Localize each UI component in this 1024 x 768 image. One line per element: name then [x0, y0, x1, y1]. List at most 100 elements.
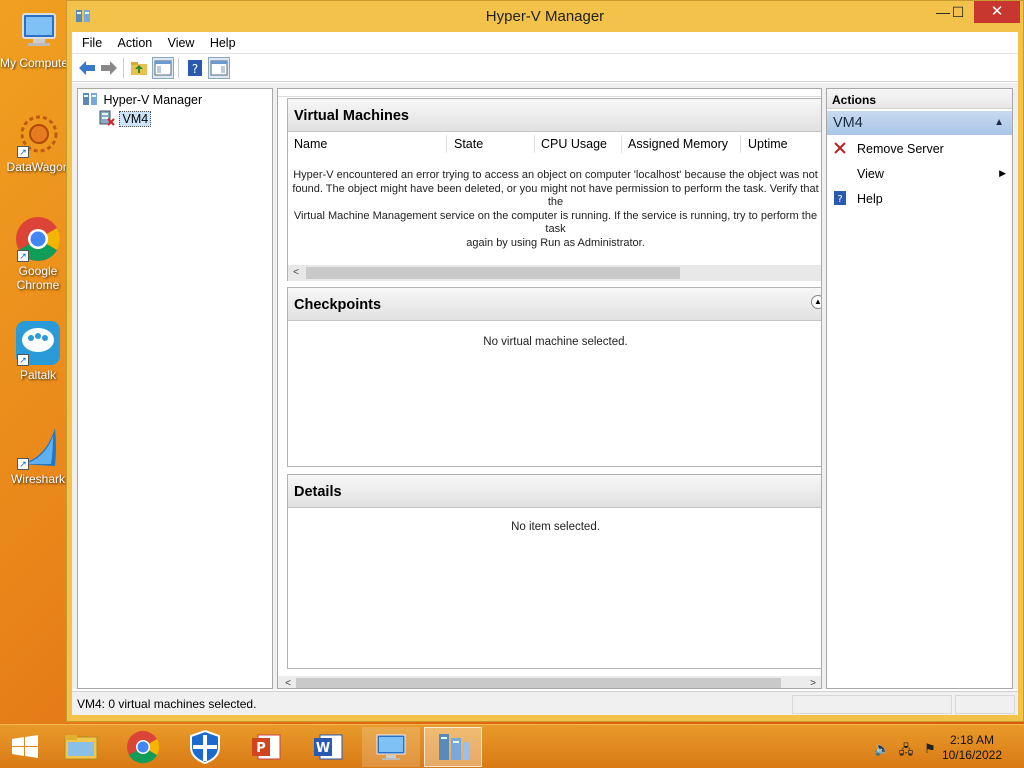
tree-item-vm4[interactable]: VM4: [98, 110, 152, 127]
title-bar[interactable]: Hyper-V Manager — ☐ ✕: [67, 1, 1023, 32]
clock-date: 10/16/2022: [941, 748, 1002, 762]
monitor-icon: [376, 734, 406, 760]
column-divider: [446, 135, 447, 153]
svg-text:?: ?: [192, 62, 198, 76]
desktop-icon-wireshark[interactable]: ↗ Wireshark: [0, 424, 76, 486]
show-hide-action-pane-button[interactable]: [208, 57, 230, 79]
hyper-v-manager-window: Hyper-V Manager — ☐ ✕ File Action View H…: [66, 0, 1024, 722]
toolbar: ?: [72, 54, 1018, 82]
desktop-icon-label: Paltalk: [19, 368, 57, 382]
remove-icon: [833, 141, 847, 155]
action-help[interactable]: ? Help: [827, 188, 1012, 210]
menu-action[interactable]: Action: [112, 32, 159, 50]
actions-section-vm4[interactable]: VM4 ▲: [827, 111, 1012, 135]
hyper-v-icon: [439, 734, 469, 760]
windows-logo-icon: [12, 735, 38, 758]
menu-help[interactable]: Help: [204, 32, 242, 50]
details-panel: Details No item selected.: [287, 474, 821, 669]
column-header-cpu-usage[interactable]: CPU Usage: [541, 137, 607, 151]
actions-pane: Actions VM4 ▲ Remove Server View ▶ ? Hel…: [826, 88, 1013, 689]
desktop-icon-google-chrome[interactable]: ↗ Google Chrome: [0, 216, 76, 292]
window-client: File Action View Help ? Hyper-V Manager …: [72, 32, 1018, 715]
action-center-flag-icon[interactable]: ⚑: [922, 741, 938, 757]
paltalk-icon: ↗: [15, 320, 61, 366]
help-button[interactable]: ?: [184, 57, 206, 79]
desktop-icon-my-computer[interactable]: My Computer: [0, 8, 76, 70]
status-cell-3: [955, 695, 1015, 714]
scroll-left-icon[interactable]: <: [288, 265, 304, 281]
up-one-level-button[interactable]: [128, 57, 150, 79]
taskbar-windows-defender[interactable]: [176, 727, 234, 767]
content-area: Hyper-V Manager VM4 Virtual Machines Nam…: [72, 83, 1018, 689]
powerpoint-icon: P: [252, 734, 281, 760]
desktop-icon-datawagon[interactable]: ↗ DataWagon: [0, 112, 76, 174]
menu-file[interactable]: File: [76, 32, 108, 50]
collapse-icon[interactable]: ▲: [811, 295, 821, 309]
folder-up-icon: [131, 62, 147, 75]
vm-horizontal-scrollbar[interactable]: <: [288, 265, 821, 281]
system-clock[interactable]: 2:18 AM 10/16/2022: [942, 733, 1002, 763]
scroll-left-icon[interactable]: <: [280, 676, 296, 688]
wireshark-icon: ↗: [15, 424, 61, 470]
scrollbar-thumb[interactable]: [296, 678, 781, 688]
show-hide-console-tree-button[interactable]: [152, 57, 174, 79]
action-remove-server[interactable]: Remove Server: [827, 138, 1012, 160]
taskbar-powerpoint[interactable]: P: [238, 727, 296, 767]
results-pane: Virtual Machines Name State CPU Usage As…: [277, 88, 822, 689]
back-button[interactable]: [76, 57, 98, 79]
menu-view[interactable]: View: [162, 32, 201, 50]
vm-error-message: Hyper-V encountered an error trying to a…: [288, 169, 821, 250]
network-icon[interactable]: 🖧: [898, 741, 914, 757]
maximize-button[interactable]: ☐: [944, 1, 972, 23]
checkpoints-panel: Checkpoints ▲ No virtual machine selecte…: [287, 287, 821, 467]
server-error-icon: [99, 110, 115, 126]
help-icon: ?: [833, 191, 847, 205]
taskbar-chrome[interactable]: [114, 727, 172, 767]
back-arrow-icon: [79, 61, 95, 75]
results-horizontal-scrollbar[interactable]: < >: [278, 676, 821, 688]
close-button[interactable]: ✕: [974, 1, 1020, 23]
svg-text:P: P: [256, 741, 266, 756]
column-header-assigned-memory[interactable]: Assigned Memory: [628, 137, 728, 151]
column-divider: [621, 135, 622, 153]
column-header-state[interactable]: State: [454, 137, 483, 151]
error-line: Hyper-V encountered an error trying to a…: [293, 169, 818, 181]
details-message: No item selected.: [511, 521, 600, 533]
collapse-up-icon[interactable]: ▲: [994, 117, 1004, 128]
vm-column-headers: Name State CPU Usage Assigned Memory Upt…: [288, 133, 821, 155]
scrollbar-thumb[interactable]: [306, 267, 680, 279]
forward-button[interactable]: [98, 57, 120, 79]
taskbar-remote-desktop[interactable]: [362, 727, 420, 767]
action-label: View: [857, 167, 884, 181]
column-header-name[interactable]: Name: [294, 137, 327, 151]
shortcut-arrow-icon: ↗: [17, 146, 29, 158]
status-text: VM4: 0 virtual machines selected.: [77, 697, 257, 711]
action-view[interactable]: View ▶: [827, 163, 1012, 185]
taskbar-file-explorer[interactable]: [52, 727, 110, 767]
taskbar-hyper-v-manager[interactable]: [424, 727, 482, 767]
tree-item-hyper-v-manager[interactable]: Hyper-V Manager: [82, 92, 202, 108]
scroll-right-icon[interactable]: >: [805, 676, 821, 688]
datawagon-icon: ↗: [15, 112, 61, 158]
submenu-arrow-icon: ▶: [999, 168, 1006, 178]
taskbar-word[interactable]: W: [300, 727, 358, 767]
actions-title: Actions: [827, 89, 1012, 109]
shield-icon: [190, 729, 220, 765]
shortcut-arrow-icon: ↗: [17, 458, 29, 470]
toolbar-separator: [178, 58, 179, 78]
status-bar: VM4: 0 virtual machines selected.: [72, 691, 1018, 715]
desktop-icon-paltalk[interactable]: ↗ Paltalk: [0, 320, 76, 382]
action-label: Remove Server: [857, 142, 944, 156]
speaker-muted-icon[interactable]: 🔈: [874, 741, 890, 757]
window-title: Hyper-V Manager: [485, 8, 605, 25]
start-button[interactable]: [0, 727, 58, 767]
hyper-v-icon: [83, 93, 97, 105]
toolbar-separator: [123, 58, 124, 78]
checkpoints-message: No virtual machine selected.: [483, 336, 628, 348]
desktop-icon-label: Google Chrome: [16, 264, 60, 292]
console-tree-icon: [154, 60, 172, 76]
svg-text:?: ?: [837, 194, 842, 205]
desktop-icon-label: My Computer: [0, 56, 66, 70]
column-divider: [534, 135, 535, 153]
column-header-uptime[interactable]: Uptime: [748, 137, 788, 151]
